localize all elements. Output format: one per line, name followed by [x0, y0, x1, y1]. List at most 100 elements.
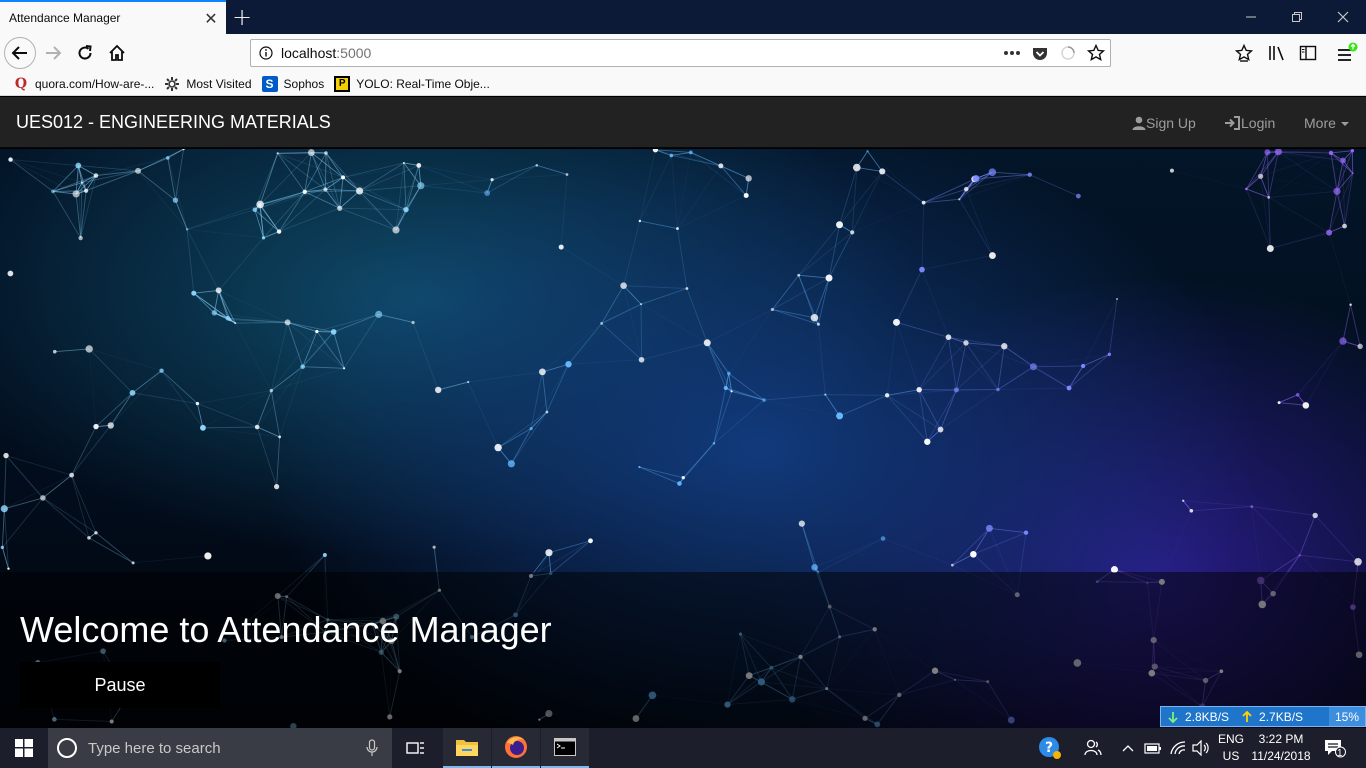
arrow-up-icon [1242, 710, 1252, 722]
home-button[interactable] [102, 39, 132, 67]
battery-icon [1144, 743, 1161, 754]
wifi-tray-icon[interactable] [1166, 728, 1190, 768]
file-explorer-taskbar-button[interactable] [443, 728, 491, 768]
gear-icon [164, 76, 180, 92]
speaker-icon [1192, 740, 1209, 756]
forward-button[interactable] [38, 39, 68, 67]
star-list-icon [1235, 44, 1253, 62]
bookmark-sophos[interactable]: S Sophos [257, 73, 330, 95]
help-icon: ? [1039, 737, 1061, 759]
restore-icon[interactable] [1274, 0, 1320, 34]
url-text[interactable]: localhost:5000 [281, 45, 998, 61]
back-button[interactable] [4, 37, 36, 69]
bookmarks-star-button[interactable] [1229, 39, 1259, 67]
download-speed: 2.8KB/S [1161, 710, 1235, 724]
signup-link[interactable]: Sign Up [1132, 97, 1196, 148]
quora-icon: Q [14, 75, 28, 92]
arrow-down-icon [1168, 711, 1178, 723]
input-language-indicator[interactable]: ENG US [1214, 728, 1248, 768]
bookmark-label: quora.com/How-are-... [35, 76, 155, 91]
upload-speed: 2.7KB/S [1235, 710, 1309, 724]
site-info-icon[interactable] [251, 46, 281, 60]
bookmark-quora[interactable]: Q quora.com/How-are-... [8, 73, 159, 95]
hero-title: Welcome to Attendance Manager [20, 609, 552, 650]
net-speed-widget[interactable]: 2.8KB/S 2.7KB/S 15% [1160, 706, 1366, 727]
site-brand[interactable]: UES012 - ENGINEERING MATERIALS [16, 97, 331, 148]
cortana-icon [57, 738, 77, 758]
yolo-icon: P [334, 75, 351, 92]
menu-button[interactable] [1332, 39, 1362, 67]
clock-time: 3:22 PM [1258, 732, 1304, 746]
language-label: ENG [1217, 732, 1244, 746]
loading-icon [1054, 40, 1082, 66]
browser-toolbar: localhost:5000 [0, 34, 1366, 72]
site-navbar: UES012 - ENGINEERING MATERIALS Sign Up L… [0, 97, 1366, 148]
region-label: US [1222, 749, 1240, 763]
show-hidden-icons-button[interactable] [1118, 728, 1138, 768]
hamburger-menu-icon [1338, 42, 1358, 61]
page-actions-icon[interactable] [998, 40, 1026, 66]
people-icon [1084, 739, 1102, 756]
taskbar-search-box[interactable]: Type here to search [48, 728, 392, 768]
user-icon [1132, 116, 1146, 130]
new-tab-button[interactable]: + [228, 2, 256, 32]
cpu-usage: 15% [1328, 707, 1365, 726]
close-window-icon[interactable] [1320, 0, 1366, 34]
pocket-icon[interactable] [1026, 40, 1054, 66]
search-placeholder: Type here to search [88, 739, 221, 757]
microphone-icon[interactable] [366, 739, 378, 757]
url-bar[interactable]: localhost:5000 [250, 39, 1111, 67]
star-icon[interactable] [1082, 40, 1110, 66]
url-port: :5000 [336, 45, 372, 61]
upload-speed-value: 2.7KB/S [1259, 709, 1304, 724]
sophos-icon: S [261, 75, 278, 92]
bookmark-label: YOLO: Real-Time Obje... [356, 76, 490, 91]
download-speed-value: 2.8KB/S [1185, 709, 1230, 724]
bookmark-label: Most Visited [186, 76, 252, 91]
help-tray-icon[interactable]: ? [1036, 728, 1064, 768]
bookmark-label: Sophos [283, 76, 325, 91]
clock-date: 11/24/2018 [1251, 749, 1311, 763]
action-center-button[interactable]: 1 [1318, 728, 1352, 768]
reload-button[interactable] [70, 39, 100, 67]
svg-text:?: ? [1045, 740, 1053, 756]
task-view-button[interactable] [392, 728, 440, 768]
reload-icon [78, 45, 92, 60]
library-button[interactable] [1261, 39, 1291, 67]
task-view-icon [406, 742, 424, 754]
forward-arrow-icon [46, 46, 62, 60]
windows-taskbar: Type here to search ? ENG US 3:22 PM 11/… [0, 728, 1366, 768]
login-link[interactable]: Login [1225, 97, 1275, 148]
sidebar-button[interactable] [1293, 39, 1323, 67]
bookmark-most-visited[interactable]: Most Visited [159, 73, 256, 95]
home-icon [109, 44, 125, 61]
url-host: localhost [281, 45, 337, 61]
minimize-icon[interactable] [1228, 0, 1274, 34]
caret-down-icon [1340, 121, 1349, 126]
chevron-up-icon [1122, 745, 1134, 752]
signup-label: Sign Up [1146, 114, 1196, 131]
terminal-taskbar-button[interactable] [541, 728, 589, 768]
folder-icon [456, 740, 478, 756]
tab-close-icon[interactable]: ✕ [196, 3, 226, 33]
firefox-taskbar-button[interactable] [492, 728, 540, 768]
browser-tab[interactable]: Attendance Manager ✕ [0, 0, 226, 34]
tab-title: Attendance Manager [9, 11, 121, 25]
library-icon [1269, 46, 1284, 61]
login-label: Login [1241, 114, 1276, 131]
volume-tray-icon[interactable] [1190, 728, 1212, 768]
login-icon [1225, 115, 1240, 130]
pause-button[interactable]: Pause [20, 662, 220, 708]
people-tray-icon[interactable] [1080, 728, 1106, 768]
more-dropdown[interactable]: More [1304, 97, 1349, 148]
battery-tray-icon[interactable] [1142, 728, 1164, 768]
clock[interactable]: 3:22 PM 11/24/2018 [1248, 728, 1314, 768]
browser-tab-bar: Attendance Manager ✕ + [0, 0, 1366, 34]
notification-count: 1 [1337, 748, 1343, 759]
bookmark-yolo[interactable]: P YOLO: Real-Time Obje... [329, 73, 495, 95]
more-label: More [1304, 114, 1336, 131]
hero-section: Welcome to Attendance Manager Pause [0, 149, 1366, 728]
bookmarks-toolbar: Q quora.com/How-are-... Most Visited S S… [0, 72, 1366, 96]
start-button[interactable] [0, 728, 48, 768]
wifi-icon [1170, 741, 1186, 755]
